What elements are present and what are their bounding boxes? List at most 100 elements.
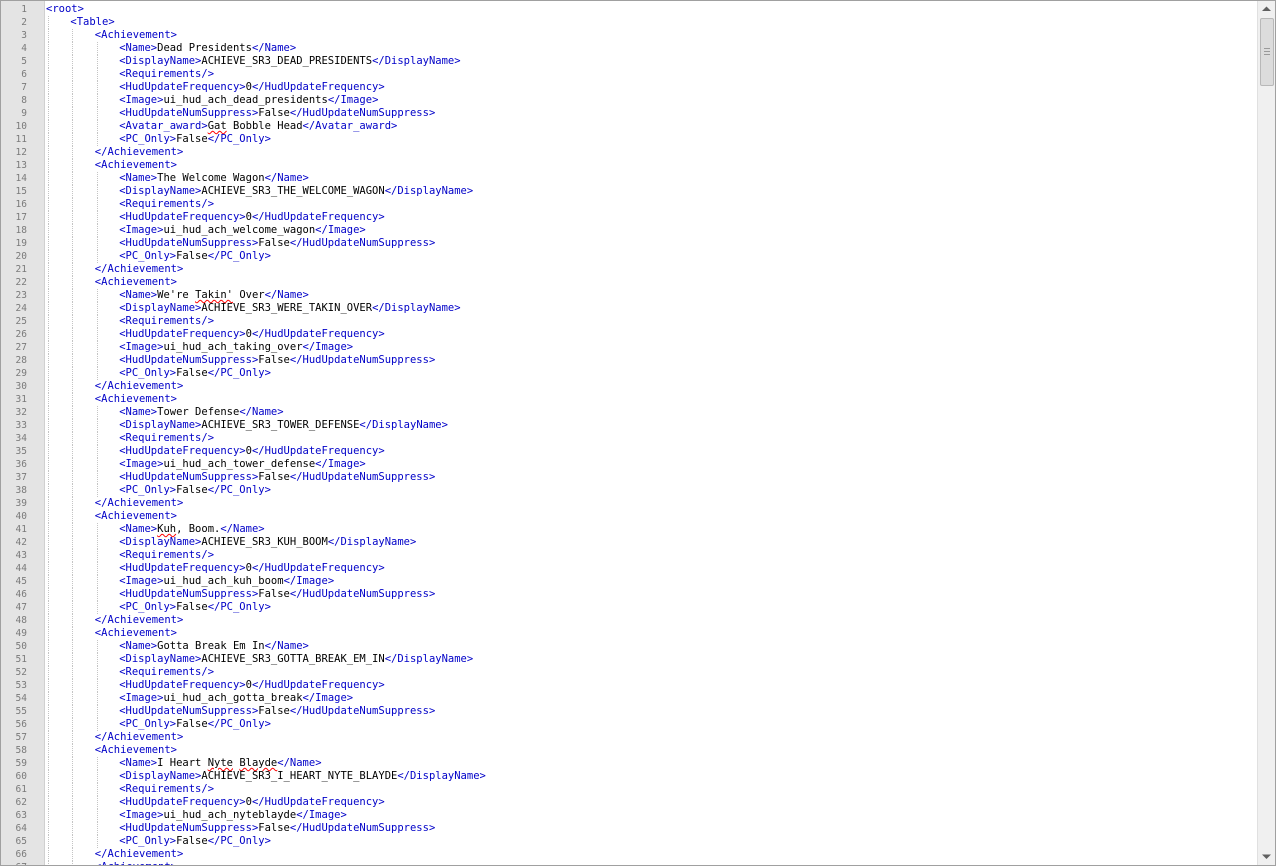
xml-tag: </DisplayName> (372, 55, 461, 67)
line-number: 34 (15, 433, 27, 444)
indent-guide (72, 640, 74, 653)
xml-tag: <root> (46, 3, 84, 15)
xml-tag: <HudUpdateFrequency> (119, 81, 246, 93)
indent-guide (72, 484, 74, 497)
indent-guide (48, 523, 49, 536)
indent-guide (72, 783, 74, 796)
scroll-up-button[interactable] (1259, 1, 1274, 17)
xml-tag: <Requirements/> (119, 783, 215, 795)
indent-guide (72, 445, 74, 458)
indent-guide (72, 601, 74, 614)
line-number: 60 (15, 771, 27, 782)
xml-tag: <Achievement> (95, 861, 177, 865)
xml-text: ACHIEVE_SR3_DEAD_PRESIDENTS (201, 55, 373, 67)
indent-guide (72, 653, 74, 666)
indent-guide (48, 679, 49, 692)
xml-tag: <Name> (119, 757, 158, 769)
xml-text: False (258, 107, 290, 119)
indent-guide (96, 237, 98, 250)
indent-guide (48, 250, 49, 263)
xml-text: Tower Defense (157, 406, 240, 418)
code-line: </Achievement> (95, 380, 184, 393)
line-number: 28 (15, 355, 27, 366)
indent-guide (72, 809, 74, 822)
xml-tag: </DisplayName> (327, 536, 417, 548)
indent-guide (72, 731, 74, 744)
indent-guide (48, 731, 49, 744)
indent-guide (72, 302, 74, 315)
xml-tag: <Achievement> (94, 627, 177, 639)
indent-guide (48, 419, 49, 432)
xml-tag: </DisplayName> (372, 302, 461, 314)
line-number: 57 (15, 732, 27, 743)
xml-text: The Welcome Wagon (157, 172, 265, 184)
indent-guide (72, 211, 74, 224)
indent-guide (96, 419, 98, 432)
line-number: 33 (15, 420, 27, 431)
scroll-down-button[interactable] (1259, 849, 1274, 865)
xml-tag: </Achievement> (94, 848, 184, 860)
indent-guide (96, 653, 98, 666)
line-number: 22 (15, 277, 27, 288)
xml-tag: <Name> (119, 406, 158, 418)
indent-guide (96, 341, 98, 354)
xml-tag: </HudUpdateNumSuppress> (289, 822, 436, 834)
indent-guide (72, 614, 74, 627)
indent-guide (48, 835, 49, 848)
indent-guide (48, 536, 49, 549)
code-line: <Name>Gotta Break Em In</Name> (119, 640, 309, 653)
indent-guide (48, 224, 49, 237)
xml-tag: <DisplayName> (119, 185, 202, 197)
vertical-scrollbar[interactable] (1257, 1, 1275, 865)
xml-tag: </Image> (302, 341, 354, 353)
code-editor[interactable]: 1 2 3 4 5 6 7 8 9 10 11 12 13 14 15 16 17 18 19 20 21 22 23 24 2… (0, 0, 1276, 866)
indent-guide (72, 146, 74, 159)
indent-guide (72, 380, 74, 393)
xml-tag: <Name> (119, 289, 158, 301)
indent-guide (48, 42, 49, 55)
line-number: 43 (15, 550, 27, 561)
indent-guide (96, 328, 98, 341)
xml-text: False (176, 601, 208, 613)
xml-tag: </HudUpdateFrequency> (251, 796, 385, 808)
indent-guide (96, 211, 98, 224)
line-number: 66 (15, 849, 27, 860)
indent-guide (72, 588, 74, 601)
line-number: 64 (15, 823, 27, 834)
xml-tag: <Avatar_award> (119, 120, 208, 132)
line-number: 50 (15, 641, 27, 652)
indent-guide (72, 289, 74, 302)
indent-guide (72, 133, 74, 146)
line-number: 29 (15, 368, 27, 379)
xml-tag: </Name> (251, 42, 297, 54)
xml-tag: </Name> (239, 406, 284, 418)
indent-guide (96, 471, 98, 484)
line-number: 45 (15, 576, 27, 587)
indent-guide (72, 705, 74, 718)
xml-tag: <PC_Only> (119, 250, 177, 262)
code-line: </Achievement> (95, 848, 184, 861)
indent-guide (96, 757, 98, 770)
line-number: 20 (15, 251, 27, 262)
xml-tag: <DisplayName> (119, 55, 202, 67)
indent-guide (72, 237, 74, 250)
xml-tag: <Image> (119, 224, 164, 236)
code-area[interactable]: <root> <Table> <Achievement> <Name>Dead Pre… (45, 1, 1257, 865)
indent-guide (72, 341, 74, 354)
xml-text: We're (157, 289, 196, 301)
xml-tag: </Name> (264, 289, 309, 301)
thumb-grip-line (1264, 51, 1270, 52)
xml-text: ACHIEVE_SR3_GOTTA_BREAK_EM_IN (201, 653, 385, 665)
indent-guide (72, 393, 74, 406)
indent-guide (96, 172, 98, 185)
code-line: </Achievement> (95, 146, 184, 159)
xml-tag: </HudUpdateFrequency> (251, 679, 385, 691)
indent-guide (96, 68, 98, 81)
indent-guide (96, 406, 98, 419)
xml-tag: </HudUpdateNumSuppress> (289, 107, 436, 119)
scrollbar-thumb[interactable] (1260, 18, 1274, 86)
indent-guide (48, 783, 49, 796)
indent-guide (96, 562, 98, 575)
indent-guide (48, 185, 49, 198)
arrow-up-icon (1262, 6, 1271, 11)
